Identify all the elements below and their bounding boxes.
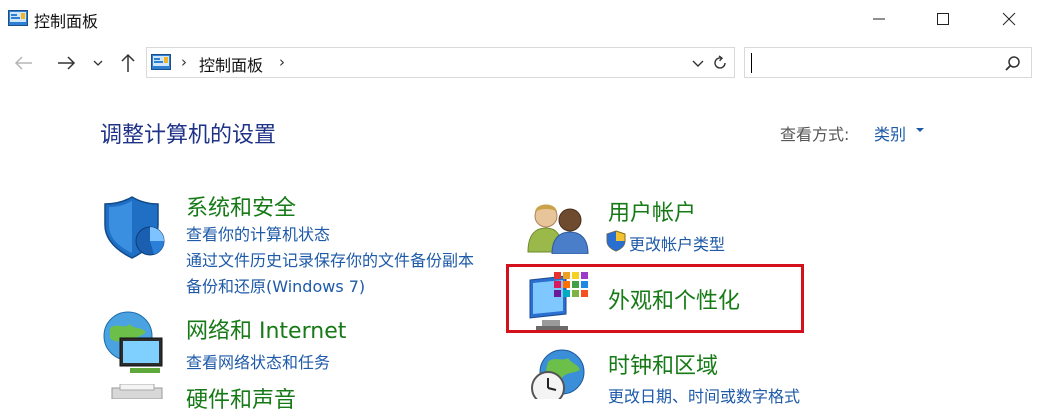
forward-button[interactable] [54, 50, 78, 76]
users-icon[interactable] [526, 198, 590, 254]
window-title: 控制面板 [34, 12, 99, 31]
printer-icon[interactable] [110, 384, 166, 399]
network-globe-icon[interactable] [100, 308, 170, 378]
category-network-internet[interactable]: 网络和 Internet [186, 313, 346, 345]
search-icon[interactable] [1003, 54, 1023, 74]
link-change-date-time-format[interactable]: 更改日期、时间或数字格式 [608, 383, 800, 407]
chevron-down-icon [93, 60, 103, 66]
uac-shield-icon [606, 230, 626, 252]
link-network-status[interactable]: 查看网络状态和任务 [186, 349, 330, 373]
back-button[interactable] [12, 50, 36, 76]
shield-icon[interactable] [102, 195, 168, 261]
arrow-left-icon [14, 56, 32, 70]
control-panel-icon [8, 10, 28, 26]
text-caret [751, 53, 752, 73]
category-appearance-personalization[interactable]: 外观和个性化 [608, 283, 740, 315]
refresh-icon [714, 55, 726, 69]
monitor-palette-icon[interactable] [528, 270, 592, 332]
address-bar[interactable]: › 控制面板 › [146, 47, 735, 78]
breadcrumb-separator[interactable]: › [181, 53, 187, 71]
breadcrumb-separator[interactable]: › [279, 53, 285, 71]
refresh-button[interactable] [709, 52, 731, 74]
maximize-button[interactable] [920, 0, 966, 38]
recent-locations-button[interactable] [90, 50, 106, 76]
close-icon [1002, 12, 1016, 26]
view-by-label: 查看方式: [780, 125, 850, 144]
close-button[interactable] [986, 0, 1032, 38]
caret-down-icon[interactable] [916, 128, 924, 132]
address-history-button[interactable] [689, 52, 707, 74]
arrow-up-icon [121, 53, 135, 72]
category-system-security[interactable]: 系统和安全 [186, 190, 296, 222]
search-input[interactable] [744, 47, 1032, 78]
category-hardware-sound[interactable]: 硬件和声音 [186, 382, 296, 414]
minimize-button[interactable] [856, 0, 902, 38]
category-clock-region[interactable]: 时钟和区域 [608, 348, 718, 380]
link-backup-restore[interactable]: 备份和还原(Windows 7) [186, 273, 365, 297]
link-file-history[interactable]: 通过文件历史记录保存你的文件备份副本 [186, 247, 474, 271]
link-change-account-type[interactable]: 更改帐户类型 [629, 231, 725, 255]
arrow-right-icon [58, 56, 76, 70]
chevron-down-icon [692, 60, 704, 67]
view-by-dropdown[interactable]: 类别 [874, 121, 906, 145]
breadcrumb-control-panel[interactable]: 控制面板 [199, 52, 263, 76]
clock-globe-icon[interactable] [522, 348, 590, 399]
minimize-icon [873, 18, 885, 20]
link-view-computer-status[interactable]: 查看你的计算机状态 [186, 221, 330, 245]
page-title: 调整计算机的设置 [100, 123, 277, 148]
up-button[interactable] [116, 50, 140, 76]
category-user-accounts[interactable]: 用户帐户 [608, 195, 696, 227]
maximize-icon [937, 13, 949, 25]
control-panel-icon [151, 54, 171, 70]
